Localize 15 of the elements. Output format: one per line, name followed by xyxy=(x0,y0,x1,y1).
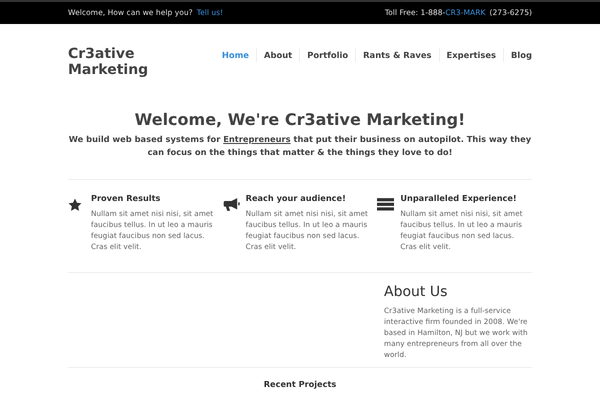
feature-title: Unparalleled Experience! xyxy=(400,192,518,204)
nav-link[interactable]: Portfolio xyxy=(299,48,356,62)
section-heading: Recent Projects xyxy=(264,379,336,390)
site-logo[interactable]: Cr3ative Marketing xyxy=(68,46,148,110)
about-heading: About Us xyxy=(384,283,448,302)
nav-link[interactable]: About xyxy=(256,48,300,62)
nav-link[interactable]: Rants & Raves xyxy=(355,48,439,62)
feature-title: Proven Results xyxy=(91,192,162,204)
nav-link[interactable]: Blog xyxy=(502,48,532,62)
page-heading: Welcome, We're Cr3ative Marketing! xyxy=(134,110,466,130)
intro-text: We build web based systems for Entrepreneurs that put their business on autopilot. This way they can focus on the things that matter & the things they love to do! xyxy=(68,133,532,160)
feature-title: Reach your audience! xyxy=(246,192,347,204)
nav-link[interactable]: Expertises xyxy=(438,48,503,62)
star-icon xyxy=(68,198,82,212)
megaphone-icon xyxy=(222,197,240,212)
